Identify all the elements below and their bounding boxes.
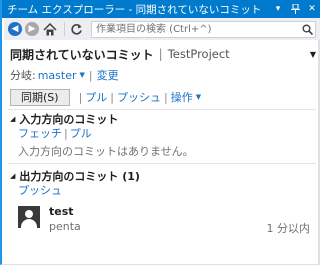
home-icon[interactable] bbox=[42, 21, 58, 37]
commit-message: test bbox=[49, 205, 74, 218]
refresh-icon[interactable] bbox=[68, 21, 84, 37]
outgoing-section-header[interactable]: ◢ 出力方向のコミット (1) bbox=[10, 169, 140, 183]
action-row: 同期(S) | プル | プッシュ | 操作 ▼ bbox=[10, 88, 201, 106]
incoming-links: フェッチ | プル bbox=[18, 125, 92, 141]
branch-separator: | bbox=[88, 68, 93, 82]
branch-selector[interactable]: master bbox=[38, 69, 77, 82]
list-item[interactable]: test penta 1 分以内 bbox=[18, 204, 314, 235]
commit-author: penta bbox=[49, 220, 81, 233]
operations-dropdown-icon[interactable]: ▼ bbox=[196, 93, 201, 101]
back-icon[interactable]: ◀ bbox=[8, 22, 22, 36]
title-bar: チーム エクスプローラー - 同期されていないコミット ▾ ✕ bbox=[2, 0, 320, 18]
action-separator: | bbox=[110, 90, 115, 104]
sync-button[interactable]: 同期(S) bbox=[10, 88, 70, 106]
incoming-pull-link[interactable]: プル bbox=[70, 125, 92, 141]
avatar bbox=[18, 206, 40, 228]
change-branch-link[interactable]: 変更 bbox=[97, 67, 119, 83]
branch-dropdown-icon[interactable]: ▼ bbox=[80, 71, 85, 79]
forward-icon[interactable]: ▶ bbox=[25, 22, 39, 36]
branch-label: 分岐: bbox=[10, 69, 36, 82]
branch-row: 分岐: master ▼ | 変更 bbox=[10, 67, 119, 83]
outgoing-push-link[interactable]: プッシュ bbox=[18, 182, 62, 198]
chevron-down-icon[interactable]: ▼ bbox=[310, 50, 316, 59]
incoming-empty-message: 入力方向のコミットはありません。 bbox=[18, 145, 194, 158]
incoming-separator: | bbox=[64, 126, 68, 140]
push-link[interactable]: プッシュ bbox=[117, 89, 161, 105]
pull-link[interactable]: プル bbox=[85, 89, 107, 105]
commit-time: 1 分以内 bbox=[266, 222, 311, 235]
collapse-icon[interactable]: ◢ bbox=[10, 115, 15, 123]
action-separator: | bbox=[78, 90, 83, 104]
dropdown-icon[interactable]: ▾ bbox=[271, 2, 285, 16]
pin-icon[interactable] bbox=[288, 2, 302, 16]
toolbar-divider bbox=[64, 22, 65, 36]
window-title: チーム エクスプローラー - 同期されていないコミット bbox=[7, 3, 262, 16]
toolbar: ◀ ▶ bbox=[4, 18, 320, 40]
project-name: TestProject bbox=[167, 47, 230, 61]
divider bbox=[8, 109, 316, 110]
close-icon[interactable]: ✕ bbox=[305, 2, 319, 16]
collapse-icon[interactable]: ◢ bbox=[10, 172, 15, 180]
header-separator: | bbox=[158, 47, 163, 61]
operations-menu[interactable]: 操作 bbox=[171, 89, 193, 105]
search-input[interactable] bbox=[92, 21, 299, 37]
outgoing-links: プッシュ bbox=[18, 183, 62, 197]
page-header: 同期されていないコミット | TestProject ▼ bbox=[10, 44, 316, 64]
team-explorer-window: チーム エクスプローラー - 同期されていないコミット ▾ ✕ ◀ ▶ 同期され… bbox=[0, 0, 320, 265]
search-box[interactable] bbox=[91, 20, 316, 38]
fetch-link[interactable]: フェッチ bbox=[18, 125, 62, 141]
search-icon[interactable] bbox=[299, 22, 315, 37]
action-separator: | bbox=[164, 90, 168, 104]
page-title: 同期されていないコミット bbox=[10, 47, 154, 62]
incoming-section-header[interactable]: ◢ 入力方向のコミット bbox=[10, 112, 118, 126]
divider bbox=[8, 163, 316, 164]
